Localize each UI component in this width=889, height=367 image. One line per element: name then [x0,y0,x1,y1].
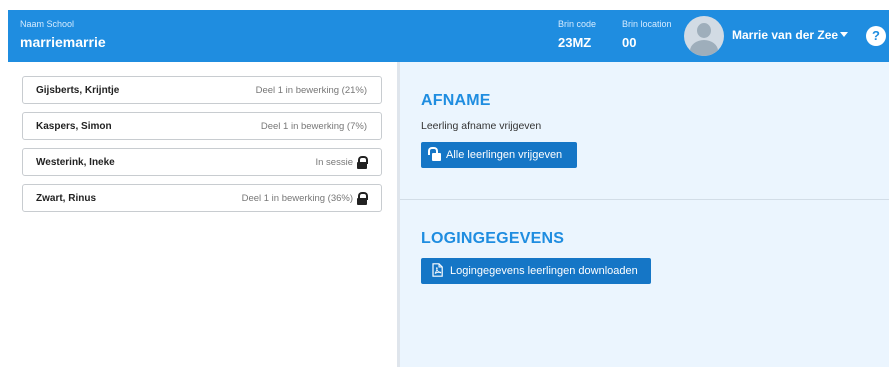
release-all-students-label: Alle leerlingen vrijgeven [446,149,563,161]
student-status: In sessie [315,157,354,168]
lock-icon [357,192,368,205]
brin-location: Brin location 00 [622,19,672,50]
student-name: Westerink, Ineke [36,157,115,168]
brin-location-label: Brin location [622,19,672,29]
student-status: Deel 1 in bewerking (36%) [241,193,353,204]
school-name: marriemarrie [20,34,106,50]
brin-code-label: Brin code [558,19,597,29]
student-status: Deel 1 in bewerking (21%) [255,85,367,96]
avatar[interactable] [684,16,724,56]
brin-code: Brin code 23MZ [558,19,596,50]
afname-subtitle: Leerling afname vrijgeven [421,120,542,132]
release-all-students-button[interactable]: Alle leerlingen vrijgeven [421,142,577,168]
help-icon[interactable]: ? [866,26,886,46]
student-row[interactable]: Gijsberts, Krijntje Deel 1 in bewerking … [22,76,382,104]
brin-code-value: 23MZ [558,35,592,50]
student-row[interactable]: Westerink, Ineke In sessie [22,148,382,176]
logingegevens-heading: LOGINGEGEVENS [421,230,565,247]
section-separator [400,199,889,200]
actions-panel: AFNAME Leerling afname vrijgeven Alle le… [400,62,889,367]
top-bar: Naam School marriemarrie Brin code 23MZ … [8,10,889,62]
user-menu-name[interactable]: Marrie van der Zee [732,28,838,42]
student-name: Zwart, Rinus [36,193,97,204]
student-row[interactable]: Zwart, Rinus Deel 1 in bewerking (36%) [22,184,382,212]
student-name: Gijsberts, Krijntje [36,85,120,96]
avatar-shoulders [690,40,718,56]
pdf-icon [432,263,443,277]
download-login-data-button[interactable]: Logingegevens leerlingen downloaden [421,258,651,284]
student-name: Kaspers, Simon [36,121,112,132]
student-list-panel: Gijsberts, Krijntje Deel 1 in bewerking … [8,62,397,367]
avatar-head [697,23,711,38]
student-status: Deel 1 in bewerking (7%) [260,121,367,132]
chevron-down-icon[interactable] [840,32,848,37]
download-login-data-label: Logingegevens leerlingen downloaden [450,265,638,277]
unlock-icon [428,147,441,161]
student-row[interactable]: Kaspers, Simon Deel 1 in bewerking (7%) [22,112,382,140]
school-label: Naam School [20,19,75,29]
lock-icon [357,156,368,169]
afname-heading: AFNAME [421,92,491,109]
brin-location-value: 00 [622,35,637,50]
